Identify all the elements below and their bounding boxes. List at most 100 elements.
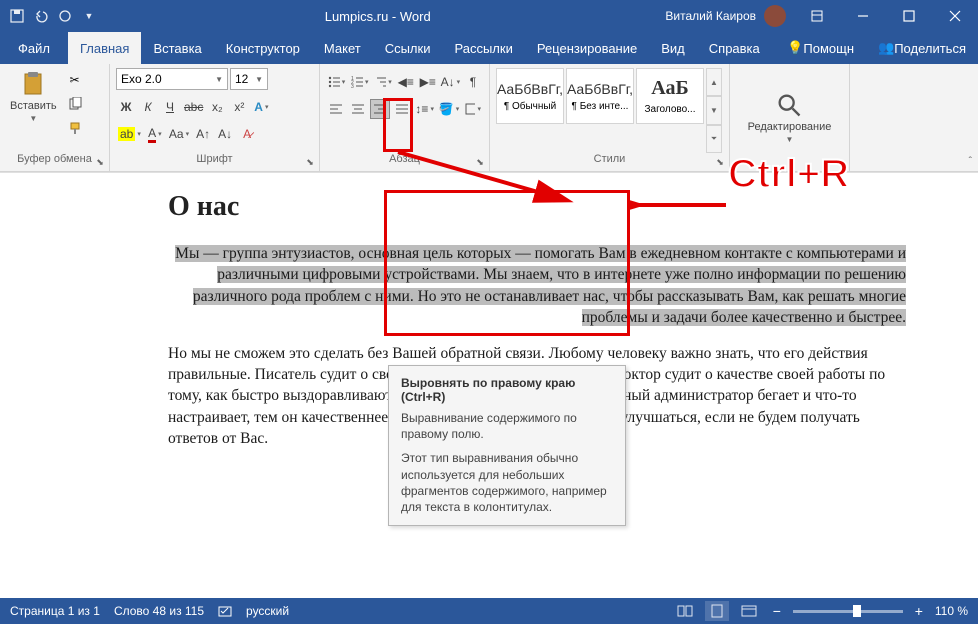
sort-button[interactable]: A↓ xyxy=(440,72,461,92)
tab-home[interactable]: Главная xyxy=(68,32,141,64)
font-name-select[interactable]: Exo 2.0▼ xyxy=(116,68,228,90)
numbering-button[interactable]: 123 xyxy=(349,72,370,92)
autosave-icon[interactable] xyxy=(8,7,26,25)
italic-button[interactable]: К xyxy=(138,97,158,117)
close-button[interactable] xyxy=(932,0,978,32)
doc-heading: О нас xyxy=(168,191,906,223)
search-icon xyxy=(775,91,803,119)
titlebar: ▼ Lumpics.ru - Word Виталий Каиров xyxy=(0,0,978,32)
statusbar: Страница 1 из 1 Слово 48 из 115 русский … xyxy=(0,598,978,624)
underline-button[interactable]: Ч xyxy=(160,97,180,117)
zoom-slider[interactable] xyxy=(793,610,903,613)
repeat-icon[interactable] xyxy=(56,7,74,25)
ribbon: Вставить ▼ ✂ Буфер обмена ⬊ Exo 2.0▼ 12▼… xyxy=(0,64,978,172)
tab-design[interactable]: Конструктор xyxy=(214,32,312,64)
ribbon-options-icon[interactable] xyxy=(794,0,840,32)
share-button[interactable]: 👥 Поделиться xyxy=(866,32,978,64)
text-effects-button[interactable]: A xyxy=(251,97,271,117)
zoom-in[interactable]: + xyxy=(911,603,927,619)
tab-view[interactable]: Вид xyxy=(649,32,697,64)
minimize-button[interactable] xyxy=(840,0,886,32)
multilevel-button[interactable] xyxy=(373,72,394,92)
font-color-button[interactable]: A xyxy=(145,124,165,144)
tab-review[interactable]: Рецензирование xyxy=(525,32,649,64)
zoom-out[interactable]: − xyxy=(769,603,785,619)
tab-help[interactable]: Справка xyxy=(697,32,772,64)
bold-button[interactable]: Ж xyxy=(116,97,136,117)
shading-button[interactable]: 🪣 xyxy=(437,99,460,119)
highlight-button[interactable]: ab xyxy=(116,124,143,144)
dedent-button[interactable]: ◀≡ xyxy=(396,72,416,92)
superscript-button[interactable]: x² xyxy=(229,97,249,117)
view-print-icon[interactable] xyxy=(705,601,729,621)
page-indicator[interactable]: Страница 1 из 1 xyxy=(10,604,100,618)
language[interactable]: русский xyxy=(246,604,289,618)
undo-icon[interactable] xyxy=(32,7,50,25)
align-left-button[interactable] xyxy=(326,99,346,119)
subscript-button[interactable]: x₂ xyxy=(207,97,227,117)
tooltip-extra: Этот тип выравнивания обычно используетс… xyxy=(401,450,613,515)
proofing-icon[interactable] xyxy=(218,604,232,618)
view-web-icon[interactable] xyxy=(737,601,761,621)
paragraph-launcher[interactable]: ⬊ xyxy=(473,155,487,169)
styles-more[interactable]: ⏷ xyxy=(706,125,722,153)
strike-button[interactable]: abc xyxy=(182,97,205,117)
svg-text:3: 3 xyxy=(351,84,354,88)
view-read-icon[interactable] xyxy=(673,601,697,621)
tooltip-align-right: Выровнять по правому краю (Ctrl+R) Вырав… xyxy=(388,365,626,526)
line-spacing-button[interactable]: ↕≡ xyxy=(414,99,435,119)
cut-icon[interactable]: ✂ xyxy=(65,70,85,90)
paste-icon xyxy=(19,70,47,98)
tab-mailings[interactable]: Рассылки xyxy=(442,32,524,64)
avatar xyxy=(764,5,786,27)
clipboard-launcher[interactable]: ⬊ xyxy=(93,155,107,169)
menubar: Файл Главная Вставка Конструктор Макет С… xyxy=(0,32,978,64)
group-styles: АаБбВвГг,¶ Обычный АаБбВвГг,¶ Без инте..… xyxy=(490,64,730,171)
font-launcher[interactable]: ⬊ xyxy=(303,155,317,169)
group-font: Exo 2.0▼ 12▼ Ж К Ч abc x₂ x² A ab A Aa A… xyxy=(110,64,320,171)
find-button[interactable]: Редактирование ▼ xyxy=(744,89,836,146)
window-title: Lumpics.ru - Word xyxy=(98,9,657,24)
bullets-button[interactable] xyxy=(326,72,347,92)
style-heading[interactable]: АаБЗаголово... xyxy=(636,68,704,124)
indent-button[interactable]: ▶≡ xyxy=(418,72,438,92)
grow-font-button[interactable]: A↑ xyxy=(193,124,213,144)
tab-references[interactable]: Ссылки xyxy=(373,32,443,64)
qat-customize-icon[interactable]: ▼ xyxy=(80,7,98,25)
tooltip-title: Выровнять по правому краю (Ctrl+R) xyxy=(401,376,613,404)
tooltip-desc: Выравнивание содержимого по правому полю… xyxy=(401,410,613,442)
paste-button[interactable]: Вставить ▼ xyxy=(6,68,61,153)
shrink-font-button[interactable]: A↓ xyxy=(215,124,235,144)
justify-button[interactable] xyxy=(392,99,412,119)
tell-me[interactable]: 💡 Помощн xyxy=(775,32,866,64)
word-count[interactable]: Слово 48 из 115 xyxy=(114,604,204,618)
copy-icon[interactable] xyxy=(65,94,85,114)
styles-launcher[interactable]: ⬊ xyxy=(713,155,727,169)
tab-insert[interactable]: Вставка xyxy=(141,32,213,64)
styles-down[interactable]: ▼ xyxy=(706,96,722,124)
group-label-clipboard: Буфер обмена xyxy=(6,153,103,167)
style-normal[interactable]: АаБбВвГг,¶ Обычный xyxy=(496,68,564,124)
font-size-select[interactable]: 12▼ xyxy=(230,68,268,90)
zoom-level[interactable]: 110 % xyxy=(935,604,968,618)
change-case-button[interactable]: Aa xyxy=(167,124,191,144)
paragraph-1[interactable]: Мы — группа энтузиастов, основная цель к… xyxy=(168,243,906,329)
maximize-button[interactable] xyxy=(886,0,932,32)
clear-format-button[interactable]: A̷ xyxy=(237,124,257,144)
align-right-button[interactable] xyxy=(370,99,390,119)
show-marks-button[interactable]: ¶ xyxy=(463,72,483,92)
collapse-ribbon-icon[interactable]: ˆ xyxy=(969,156,972,167)
format-painter-icon[interactable] xyxy=(65,118,85,138)
borders-button[interactable] xyxy=(463,99,483,119)
group-label-font: Шрифт xyxy=(116,153,313,167)
group-label-styles: Стили xyxy=(496,153,723,167)
user-name: Виталий Каиров xyxy=(665,9,756,23)
style-nospacing[interactable]: АаБбВвГг,¶ Без инте... xyxy=(566,68,634,124)
styles-up[interactable]: ▲ xyxy=(706,68,722,96)
tab-layout[interactable]: Макет xyxy=(312,32,373,64)
user-account[interactable]: Виталий Каиров xyxy=(657,5,794,27)
group-clipboard: Вставить ▼ ✂ Буфер обмена ⬊ xyxy=(0,64,110,171)
group-label-paragraph: Абзац xyxy=(326,153,483,167)
tab-file[interactable]: Файл xyxy=(0,32,68,64)
align-center-button[interactable] xyxy=(348,99,368,119)
